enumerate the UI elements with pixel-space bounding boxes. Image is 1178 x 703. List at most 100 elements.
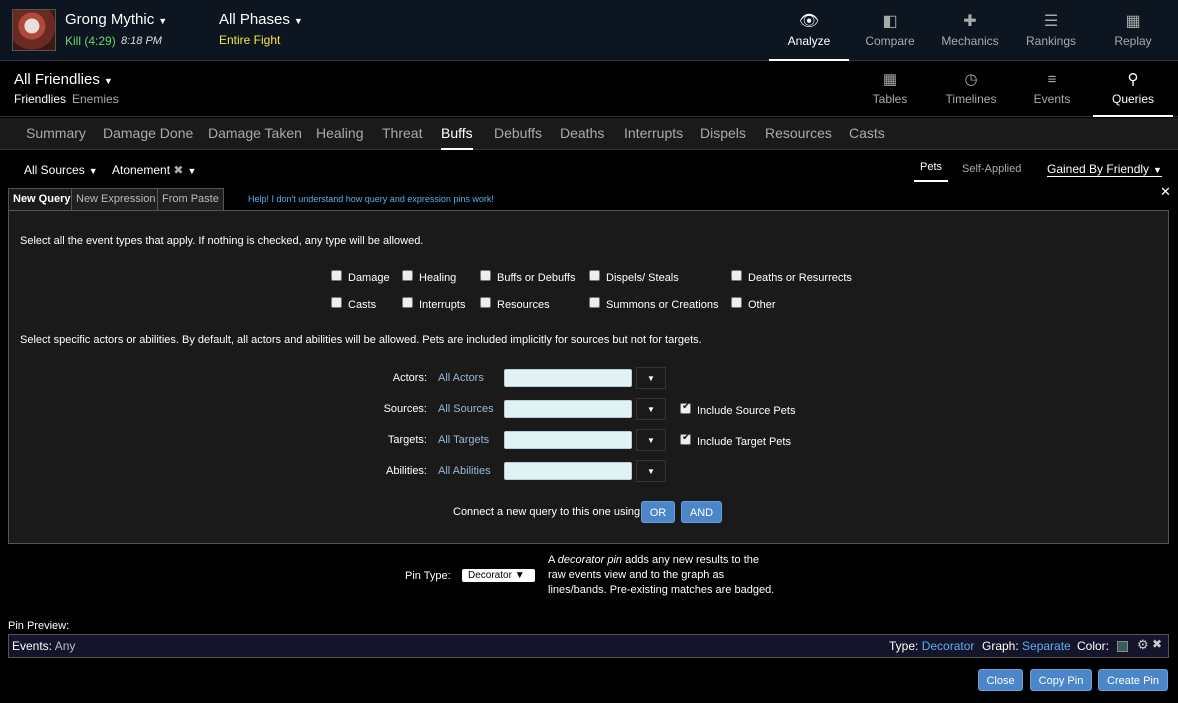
checkbox-label: Summons or Creations	[606, 299, 719, 311]
checkbox-label: Casts	[348, 299, 377, 311]
create-pin-button[interactable]: Create Pin	[1098, 669, 1168, 691]
tab-new-expression[interactable]: New Expression	[71, 188, 161, 210]
clock-icon: ◷	[964, 71, 978, 88]
nav-timelines[interactable]: ◷ Timelines	[931, 62, 1011, 117]
boss-avatar	[12, 9, 56, 51]
pets-toggle[interactable]: Pets	[914, 161, 949, 182]
field-value: All Abilities	[438, 465, 491, 477]
checkbox-summons-or-creations[interactable]	[589, 297, 600, 308]
checkbox-label: Other	[748, 299, 776, 311]
abilities-input[interactable]	[504, 462, 632, 480]
pin-type-select[interactable]: Decorator ▼	[462, 569, 535, 582]
top-bar: Grong Mythic ▼ Kill (4:29) 8:18 PM All Ph…	[0, 0, 1178, 61]
tab-summary[interactable]: Summary	[26, 118, 86, 150]
field-label: Targets:	[387, 434, 427, 446]
help-link[interactable]: Help! I don't understand how query and e…	[248, 194, 494, 204]
sources-filter[interactable]: All Sources ▼	[24, 163, 98, 177]
tab-friendlies[interactable]: Friendlies	[14, 92, 66, 106]
tab-from-paste[interactable]: From Paste	[157, 188, 224, 210]
tab-new-query[interactable]: New Query	[8, 188, 76, 210]
tab-dispels[interactable]: Dispels	[700, 118, 746, 150]
checkbox-deaths-or-resurrects[interactable]	[731, 270, 742, 281]
checkbox-healing[interactable]	[402, 270, 413, 281]
targets-input[interactable]	[504, 431, 632, 449]
query-panel: Select all the event types that apply. I…	[8, 210, 1169, 544]
chevron-down-icon: ▼	[647, 467, 655, 476]
connect-label: Connect a new query to this one using	[453, 506, 641, 518]
checkbox-label: Healing	[419, 272, 457, 284]
checkbox-resources[interactable]	[480, 297, 491, 308]
nav-tables[interactable]: ▦ Tables	[850, 62, 930, 117]
field-label: Sources:	[383, 403, 427, 415]
checkbox-buffs-or-debuffs[interactable]	[480, 270, 491, 281]
or-button[interactable]: OR	[641, 501, 675, 523]
tab-deaths[interactable]: Deaths	[560, 118, 604, 150]
checkbox-label: Interrupts	[419, 299, 466, 311]
tab-debuffs[interactable]: Debuffs	[494, 118, 542, 150]
phase-selector[interactable]: All Phases ▼	[219, 11, 303, 28]
tab-damage-done[interactable]: Damage Done	[103, 118, 193, 150]
tab-healing[interactable]: Healing	[316, 118, 363, 150]
nav-queries[interactable]: ⚲ Queries	[1093, 62, 1173, 117]
friendlies-selector[interactable]: All Friendlies ▼	[14, 71, 113, 88]
gained-by-selector[interactable]: Gained By Friendly ▼	[1047, 162, 1162, 177]
include-target-pets-checkbox[interactable]	[680, 432, 691, 445]
close-button[interactable]: Close	[978, 669, 1023, 691]
actors-dropdown[interactable]: ▼	[636, 367, 666, 389]
include-source-pets-checkbox[interactable]	[680, 401, 691, 414]
pin-type-label: Pin Type:	[405, 570, 451, 582]
nav-events[interactable]: ≡ Events	[1012, 62, 1092, 117]
rankings-icon: ☰	[1043, 13, 1059, 30]
checkbox-damage[interactable]	[331, 270, 342, 281]
close-icon[interactable]: ✕	[1160, 184, 1171, 200]
nav-compare[interactable]: ◧ Compare	[850, 0, 930, 61]
sources-dropdown[interactable]: ▼	[636, 398, 666, 420]
checkbox-interrupts[interactable]	[402, 297, 413, 308]
actors-input[interactable]	[504, 369, 632, 387]
and-button[interactable]: AND	[681, 501, 722, 523]
compare-icon: ◧	[882, 13, 898, 30]
pin-preview: Events: Any Type: Decorator Graph: Separ…	[8, 634, 1169, 658]
report-tabs: Summary Damage Done Damage Taken Healing…	[0, 118, 1178, 150]
nav-analyze[interactable]: 👁 Analyze	[769, 0, 849, 61]
nav-rankings[interactable]: ☰ Rankings	[1011, 0, 1091, 61]
checkbox-other[interactable]	[731, 297, 742, 308]
targets-dropdown[interactable]: ▼	[636, 429, 666, 451]
field-value: All Actors	[438, 372, 484, 384]
checkbox-casts[interactable]	[331, 297, 342, 308]
puzzle-icon: ✚	[963, 13, 977, 30]
eye-icon: 👁	[798, 13, 820, 30]
tab-interrupts[interactable]: Interrupts	[624, 118, 683, 150]
checkbox-label: Buffs or Debuffs	[497, 272, 576, 284]
preview-graph: Graph: Separate	[982, 639, 1071, 653]
abilities-dropdown[interactable]: ▼	[636, 460, 666, 482]
pin-type-description: A decorator pin adds any new results to …	[548, 554, 775, 596]
gear-icon[interactable]: ⚙	[1137, 637, 1149, 653]
nav-replay[interactable]: ▦ Replay	[1093, 0, 1173, 61]
sources-input[interactable]	[504, 400, 632, 418]
pin-preview-title: Pin Preview:	[8, 620, 70, 632]
tab-casts[interactable]: Casts	[849, 118, 885, 150]
nav-mechanics[interactable]: ✚ Mechanics	[930, 0, 1010, 61]
chevron-down-icon: ▼	[293, 16, 303, 26]
self-applied-toggle[interactable]: Self-Applied	[962, 163, 1021, 175]
kill-label: Kill (4:29)	[65, 34, 116, 48]
phase-sub: Entire Fight	[219, 33, 281, 47]
tab-damage-taken[interactable]: Damage Taken	[208, 118, 302, 150]
tab-threat[interactable]: Threat	[382, 118, 422, 150]
copy-pin-button[interactable]: Copy Pin	[1030, 669, 1092, 691]
field-value: All Sources	[438, 403, 494, 415]
ability-filter[interactable]: Atonement ✖ ▼	[112, 163, 196, 177]
tab-enemies[interactable]: Enemies	[72, 92, 119, 106]
close-icon[interactable]: ✖	[1152, 637, 1162, 651]
tab-buffs[interactable]: Buffs	[441, 118, 473, 150]
remove-icon[interactable]: ✖	[173, 163, 183, 177]
boss-selector[interactable]: Grong Mythic ▼	[65, 11, 167, 28]
checkbox-dispels-steals[interactable]	[589, 270, 600, 281]
actors-intro: Select specific actors or abilities. By …	[20, 334, 702, 346]
tab-resources[interactable]: Resources	[765, 118, 832, 150]
checkbox-label: Damage	[348, 272, 390, 284]
color-swatch[interactable]	[1117, 641, 1128, 652]
preview-events: Events: Any	[12, 639, 76, 653]
kill-time: 8:18 PM	[121, 35, 162, 47]
